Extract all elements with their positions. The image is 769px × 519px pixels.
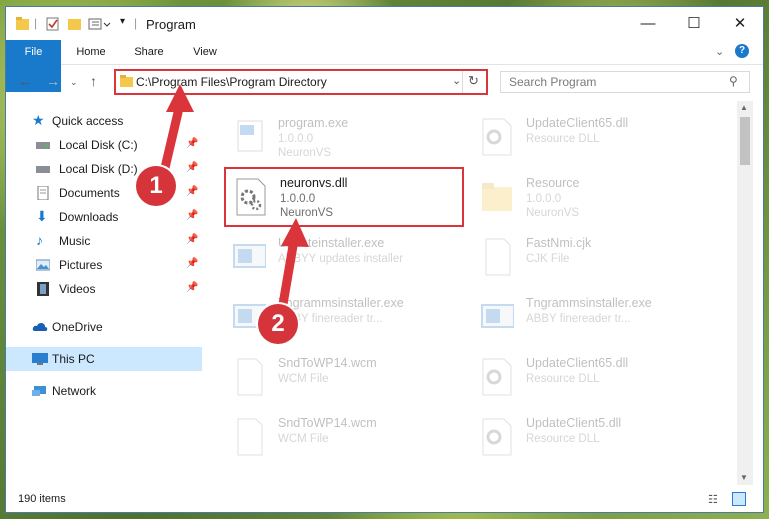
film-icon xyxy=(36,282,50,296)
search-input[interactable]: Search Program ⚲ xyxy=(500,71,750,93)
ribbon-tabs: File Home Share View ⌄ ? xyxy=(6,40,763,92)
forward-arrow-icon[interactable]: → xyxy=(46,73,60,89)
up-arrow-icon[interactable]: ↑ xyxy=(90,73,97,89)
sidebar-item-videos[interactable]: Videos 📌 xyxy=(6,277,202,301)
file-item-fastnmi-cjk[interactable]: FastNmi.cjk CJK File xyxy=(454,229,684,281)
help-icon[interactable]: ? xyxy=(735,44,749,58)
refresh-icon[interactable]: ↻ xyxy=(468,73,479,89)
star-icon: ★ xyxy=(32,112,45,128)
pin-icon: 📌 xyxy=(186,234,199,245)
file-item-updateclient5-dll[interactable]: UpdateClient5.dll Resource DLL xyxy=(454,409,684,461)
scrollbar-thumb[interactable] xyxy=(740,117,750,165)
file-item-tngrammsinstaller-exe[interactable]: Tngrammsinstaller.exe ABBY finereader tr… xyxy=(206,289,436,341)
pin-icon: 📌 xyxy=(186,186,199,197)
file-list: program.exe 1.0.0.0 NeuronVS neuronvs.dl… xyxy=(206,105,736,475)
address-path: C:\Program Files\Program Directory xyxy=(136,75,327,89)
item-count: 190 items xyxy=(18,493,66,505)
status-bar: 190 items ☷ xyxy=(6,487,763,512)
scroll-up-icon[interactable]: ▲ xyxy=(740,103,748,112)
large-icons-view-icon[interactable] xyxy=(732,492,746,506)
navigation-bar: ← → ⌄ ↑ C:\Program Files\Program Directo… xyxy=(6,65,763,101)
pictures-icon xyxy=(35,258,51,272)
file-item-program-exe[interactable]: program.exe 1.0.0.0 NeuronVS xyxy=(206,109,436,161)
folder-icon xyxy=(120,74,134,91)
navigation-pane: ★ Quick access Local Disk (C:) 📌 Local D… xyxy=(6,105,202,475)
sidebar-item-this-pc[interactable]: This PC xyxy=(6,347,202,371)
drive-icon xyxy=(36,162,50,176)
dll-gear-icon xyxy=(480,417,514,457)
scroll-down-icon[interactable]: ▼ xyxy=(740,473,748,482)
documents-icon xyxy=(36,185,50,201)
recent-locations-chevron-icon[interactable]: ⌄ xyxy=(70,77,78,88)
network-icon xyxy=(32,384,46,398)
pin-icon: 📌 xyxy=(186,282,199,293)
pin-icon: 📌 xyxy=(186,210,199,221)
executable-icon xyxy=(232,117,266,157)
sidebar-item-music[interactable]: ♪ Music 📌 xyxy=(6,229,202,253)
dll-gear-icon xyxy=(480,357,514,397)
sidebar-item-quick-access[interactable]: ★ Quick access xyxy=(6,109,202,133)
file-item-sndtowp14-wcm[interactable]: SndToWP14.wcm WCM File xyxy=(206,349,436,401)
blank-file-icon xyxy=(480,237,514,277)
download-arrow-icon: ⬇ xyxy=(36,208,48,224)
vertical-scrollbar[interactable]: ▲ ▼ xyxy=(737,101,753,485)
pin-icon: 📌 xyxy=(186,162,199,173)
step-badge-2: 2 xyxy=(258,304,298,344)
minimize-button[interactable]: — xyxy=(625,7,671,40)
customize-toolbar-chevron-icon[interactable]: ▾ xyxy=(120,16,125,32)
close-button[interactable]: ✕ xyxy=(717,7,763,40)
drive-icon xyxy=(36,138,50,152)
file-item-updateinstaller-exe[interactable]: Updateinstaller.exe ABBYY updates instal… xyxy=(206,229,436,281)
installer-icon xyxy=(480,297,515,337)
details-view-icon[interactable]: ☷ xyxy=(708,493,718,506)
address-bar[interactable]: C:\Program Files\Program Directory ⌄ ↻ xyxy=(114,69,488,95)
highlight-box xyxy=(224,167,464,227)
file-item-sndtowp14-wcm-2[interactable]: SndToWP14.wcm WCM File xyxy=(206,409,436,461)
maximize-button[interactable]: ☐ xyxy=(671,7,717,40)
computer-icon xyxy=(32,352,48,366)
search-icon: ⚲ xyxy=(729,74,738,88)
file-item-tngrammsinstaller-exe-2[interactable]: Tngrammsinstaller.exe ABBY finereader tr… xyxy=(454,289,684,341)
sidebar-item-local-disk-c[interactable]: Local Disk (C:) 📌 xyxy=(6,133,202,157)
folder-icon xyxy=(480,177,514,217)
window-title: Program xyxy=(146,17,196,32)
address-dropdown-chevron-icon[interactable]: ⌄ xyxy=(452,74,461,87)
tab-share[interactable]: Share xyxy=(124,40,174,64)
dll-gear-icon xyxy=(480,117,514,157)
file-explorer-window: | ▾ | Program — ☐ ✕ File Home Share View… xyxy=(6,7,763,512)
file-item-updateclient65-dll-2[interactable]: UpdateClient65.dll Resource DLL xyxy=(454,349,684,401)
tab-home[interactable]: Home xyxy=(66,40,116,64)
cloud-icon xyxy=(32,320,48,334)
pin-icon: 📌 xyxy=(186,138,199,149)
folder-icon xyxy=(16,16,30,32)
sidebar-item-onedrive[interactable]: OneDrive xyxy=(6,315,202,339)
tab-view[interactable]: View xyxy=(180,40,230,64)
new-folder-icon[interactable] xyxy=(68,16,82,32)
music-note-icon: ♪ xyxy=(36,232,43,248)
blank-file-icon xyxy=(232,417,266,457)
file-item-resource[interactable]: Resource 1.0.0.0 NeuronVS xyxy=(454,169,684,221)
properties-icon[interactable] xyxy=(46,16,60,32)
back-arrow-icon[interactable]: ← xyxy=(18,73,32,89)
sidebar-item-pictures[interactable]: Pictures 📌 xyxy=(6,253,202,277)
pin-icon: 📌 xyxy=(186,258,199,269)
sidebar-item-network[interactable]: Network xyxy=(6,379,202,403)
view-toggle-icon[interactable] xyxy=(88,16,112,32)
installer-icon xyxy=(232,237,267,277)
expand-ribbon-chevron-icon[interactable]: ⌄ xyxy=(715,45,724,58)
sidebar-item-downloads[interactable]: ⬇ Downloads 📌 xyxy=(6,205,202,229)
search-placeholder: Search Program xyxy=(509,75,597,89)
blank-file-icon xyxy=(232,357,266,397)
file-item-updateclient65-dll[interactable]: UpdateClient65.dll Resource DLL xyxy=(454,109,684,161)
title-bar: | ▾ | Program — ☐ ✕ xyxy=(6,7,763,40)
step-badge-1: 1 xyxy=(136,166,176,206)
